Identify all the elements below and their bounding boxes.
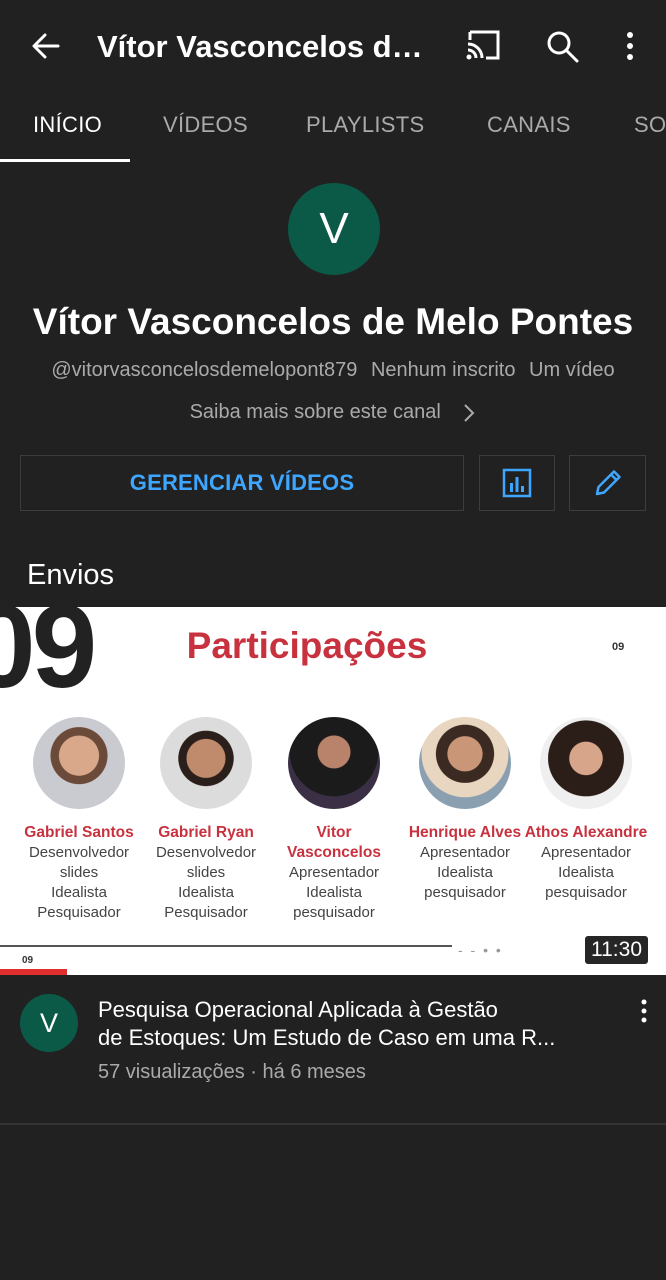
edit-channel-button[interactable]: [569, 455, 646, 511]
watch-progress-bar: [0, 969, 67, 975]
app-bar-title: Vítor Vasconcelos de Melo Pontes: [97, 29, 437, 64]
channel-name: Vítor Vasconcelos de Melo Pontes: [32, 301, 634, 342]
video-title[interactable]: Pesquisa Operacional Aplicada à Gestão d…: [98, 996, 608, 1052]
chevron-right-icon: [462, 402, 476, 424]
about-channel-label: Saiba mais sobre este canal: [189, 401, 441, 423]
cast-icon[interactable]: [462, 28, 504, 64]
channel-meta: @vitorvasconcelosdemelopont879 Nenhum in…: [0, 356, 666, 384]
participant-4: Henrique Alves Apresentador Idealista pe…: [402, 717, 528, 903]
tab-canais[interactable]: CANAIS: [487, 94, 571, 160]
top-app-bar: Vítor Vasconcelos de Melo Pontes: [0, 0, 666, 94]
analytics-icon: [502, 468, 532, 498]
thumbnail-slide-number: 09: [612, 641, 625, 653]
video-thumbnail[interactable]: 09 Participações 09 Gabriel Santos Desen…: [0, 607, 666, 975]
thumbnail-bottom-number: 09: [22, 955, 34, 966]
tab-sobre[interactable]: SOBRE: [634, 94, 666, 160]
participant-5: Athos Alexandre Apresentador Idealista p…: [523, 717, 649, 903]
participant-role: slides: [59, 864, 99, 881]
more-vert-icon[interactable]: [614, 26, 646, 66]
participant-role: pesquisador: [424, 884, 506, 901]
manage-videos-button[interactable]: GERENCIAR VÍDEOS: [20, 455, 464, 511]
tab-playlists[interactable]: PLAYLISTS: [306, 94, 424, 160]
slide-dots: - - • •: [458, 942, 503, 958]
participant-photo: [288, 717, 380, 809]
participant-role: Idealista: [178, 884, 234, 901]
section-title: Envios: [27, 559, 115, 591]
participant-role: Desenvolvedor: [155, 844, 257, 861]
slide-divider-line: [0, 945, 452, 947]
participant-photo: [33, 717, 125, 809]
participant-role: Idealista: [306, 884, 362, 901]
participant-name: Gabriel Santos: [24, 824, 134, 841]
participant-role: Pesquisador: [37, 904, 121, 921]
analytics-button[interactable]: [479, 455, 555, 511]
participant-name: Henrique Alves: [408, 824, 522, 841]
participant-1: Gabriel Santos Desenvolvedor slides Idea…: [16, 717, 142, 923]
participant-role: Apresentador: [540, 844, 632, 861]
participant-2: Gabriel Ryan Desenvolvedor slides Ideali…: [143, 717, 269, 923]
participant-role: pesquisador: [545, 884, 627, 901]
participant-role: slides: [186, 864, 226, 881]
participant-3: Vitor Vasconcelos Apresentador Idealista…: [271, 717, 397, 923]
search-icon[interactable]: [542, 26, 582, 66]
participant-role: pesquisador: [293, 904, 375, 921]
about-channel-link[interactable]: Saiba mais sobre este canal: [0, 398, 666, 426]
channel-handle: @vitorvasconcelosdemelopont879: [51, 359, 358, 381]
video-meta: 57 visualizações · há 6 meses: [98, 1061, 366, 1083]
video-title-line: de Estoques: Um Estudo de Caso em uma R.…: [98, 1025, 556, 1050]
participant-role: Idealista: [437, 864, 493, 881]
participant-role: Apresentador: [288, 864, 380, 881]
participant-role: Idealista: [558, 864, 614, 881]
back-arrow-icon[interactable]: [26, 26, 66, 66]
video-duration-badge: 11:30: [585, 936, 648, 964]
participant-name: Gabriel Ryan: [158, 824, 254, 841]
video-channel-avatar[interactable]: V: [20, 994, 78, 1052]
pencil-icon: [595, 470, 621, 496]
participant-role: Pesquisador: [164, 904, 248, 921]
tab-inicio[interactable]: INÍCIO: [33, 94, 102, 160]
video-count: Um vídeo: [529, 359, 615, 381]
channel-avatar[interactable]: V: [288, 183, 380, 275]
participant-role: Apresentador: [419, 844, 511, 861]
participant-role: Idealista: [51, 884, 107, 901]
thumbnail-slide-title: Participações: [186, 625, 428, 666]
tab-videos[interactable]: VÍDEOS: [163, 94, 248, 160]
participant-photo: [540, 717, 632, 809]
active-tab-indicator: [0, 159, 130, 162]
participant-name: Vitor Vasconcelos: [287, 824, 381, 861]
divider: [0, 1123, 666, 1125]
channel-tabs: INÍCIO VÍDEOS PLAYLISTS CANAIS SOBRE: [0, 94, 666, 162]
participant-photo: [419, 717, 511, 809]
video-title-line: Pesquisa Operacional Aplicada à Gestão: [98, 997, 498, 1022]
participant-name: Athos Alexandre: [524, 824, 648, 841]
subscriber-count: Nenhum inscrito: [370, 359, 516, 381]
video-more-icon[interactable]: [632, 996, 656, 1026]
participant-role: Desenvolvedor: [28, 844, 130, 861]
participant-photo: [160, 717, 252, 809]
